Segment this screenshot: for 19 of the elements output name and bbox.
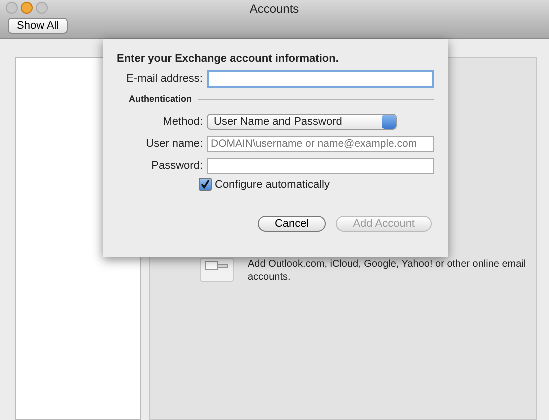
password-field[interactable] bbox=[207, 158, 434, 174]
sheet-button[interactable]: Cancel bbox=[258, 216, 326, 232]
field-label: Method: bbox=[162, 116, 203, 128]
window-control-icon[interactable] bbox=[36, 2, 48, 14]
field-label: Password: bbox=[150, 160, 203, 172]
field-label: E-mail address: bbox=[126, 73, 203, 85]
sheet-heading: Enter your Exchange account information. bbox=[117, 53, 340, 65]
minimize-icon[interactable] bbox=[21, 2, 33, 14]
section-label: Authentication bbox=[129, 94, 192, 104]
checkbox-label: Configure automatically bbox=[215, 178, 330, 190]
email-field[interactable] bbox=[207, 70, 434, 88]
username-field[interactable]: DOMAIN\username or name@example.com bbox=[207, 136, 434, 152]
window-control-icon[interactable] bbox=[6, 2, 18, 14]
window-title: Accounts bbox=[250, 2, 300, 16]
account-description: Add Outlook.com, iCloud, Google, Yahoo! or other online email accounts. bbox=[248, 258, 528, 284]
field-label: User name: bbox=[145, 138, 203, 150]
checkbox[interactable] bbox=[199, 178, 212, 191]
method-dropdown[interactable]: User Name and Password bbox=[207, 114, 397, 130]
show-all-button[interactable]: Show All bbox=[8, 18, 68, 34]
